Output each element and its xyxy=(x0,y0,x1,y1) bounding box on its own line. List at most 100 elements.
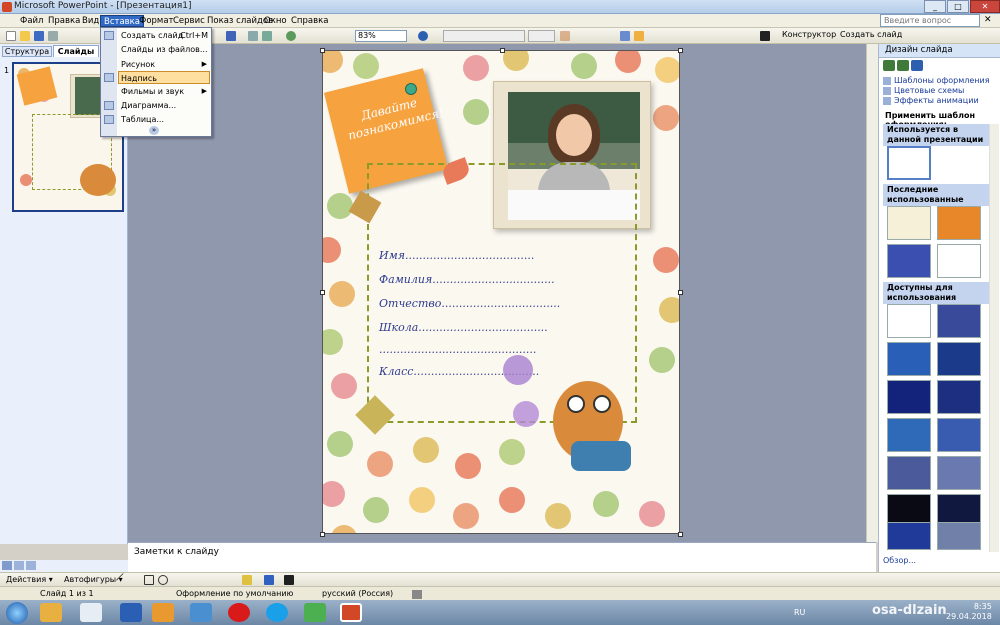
template-thumb[interactable] xyxy=(937,522,981,550)
font-color-icon[interactable] xyxy=(284,575,294,585)
link-color-schemes[interactable]: Цветовые схемы xyxy=(883,86,964,95)
autoshapes-menu[interactable]: Автофигуры ▾ xyxy=(64,575,123,584)
oval-icon[interactable] xyxy=(158,575,168,585)
slideshow-view-icon[interactable] xyxy=(26,561,36,570)
notes-pane[interactable]: Заметки к слайду xyxy=(128,542,876,572)
undo-icon[interactable] xyxy=(226,31,236,41)
sound-icon[interactable] xyxy=(190,603,212,622)
template-thumb[interactable] xyxy=(937,342,981,376)
word-icon[interactable] xyxy=(120,603,142,622)
help-icon[interactable] xyxy=(418,31,428,41)
home-icon[interactable] xyxy=(911,60,923,71)
open-icon[interactable] xyxy=(20,31,30,41)
window-title: Microsoft PowerPoint - [Презентация1] xyxy=(14,1,192,11)
slide-number: 1 xyxy=(4,66,10,75)
bold-icon[interactable] xyxy=(560,31,570,41)
maximize-button[interactable]: □ xyxy=(947,0,969,13)
skype-icon[interactable] xyxy=(266,603,288,622)
back-icon[interactable] xyxy=(883,60,895,71)
vertical-scrollbar[interactable] xyxy=(866,44,878,542)
sorter-view-icon[interactable] xyxy=(14,561,24,570)
close-button[interactable]: ✕ xyxy=(970,0,1000,13)
menu-edit[interactable]: Правка xyxy=(45,15,83,27)
field-school: Школа...................................… xyxy=(379,321,548,334)
task-pane-scrollbar[interactable] xyxy=(989,124,999,552)
task-pane: Дизайн слайда Шаблоны оформления Цветовы… xyxy=(878,44,1000,572)
field-surname: Фамилия.................................… xyxy=(379,273,555,286)
section-recent: Последние использованные xyxy=(883,184,989,206)
menu-view[interactable]: Вид xyxy=(79,15,102,27)
template-thumb[interactable] xyxy=(887,342,931,376)
expand-menu-icon[interactable]: » xyxy=(149,126,159,135)
template-thumb[interactable] xyxy=(887,380,931,414)
template-thumb[interactable] xyxy=(887,418,931,452)
template-thumb[interactable] xyxy=(937,244,981,278)
menu-window[interactable]: Окно xyxy=(261,15,290,27)
menu-file[interactable]: Файл xyxy=(17,15,46,27)
link-design-templates[interactable]: Шаблоны оформления xyxy=(883,76,990,85)
menu-item-picture[interactable]: Рисунок ▶ xyxy=(119,58,211,71)
evernote-icon[interactable] xyxy=(304,603,326,622)
browse-link[interactable]: Обзор... xyxy=(883,556,916,565)
menu-item-chart[interactable]: Диаграмма... xyxy=(119,99,211,112)
new-slide-icon xyxy=(104,31,114,40)
language-indicator[interactable]: RU xyxy=(794,608,805,617)
designer-button[interactable]: Конструктор xyxy=(782,30,836,39)
menu-item-textbox[interactable]: Надпись xyxy=(118,71,210,84)
new-slide-button[interactable]: Создать слайд xyxy=(840,30,902,39)
field-patronymic: Отчество................................… xyxy=(379,297,561,310)
template-thumb[interactable] xyxy=(937,206,981,240)
font-select[interactable] xyxy=(443,30,525,42)
close-doc-icon[interactable]: ✕ xyxy=(984,15,992,25)
table-icon[interactable] xyxy=(248,31,258,41)
menu-item-new-slide[interactable]: Создать слайд Ctrl+M xyxy=(119,29,211,42)
font-size-select[interactable] xyxy=(528,30,555,42)
save-icon[interactable] xyxy=(34,31,44,41)
forward-icon[interactable] xyxy=(897,60,909,71)
menu-help[interactable]: Справка xyxy=(288,15,331,27)
font-color-icon[interactable] xyxy=(760,31,770,41)
template-thumb[interactable] xyxy=(937,418,981,452)
template-thumb[interactable] xyxy=(937,304,981,338)
rectangle-icon[interactable] xyxy=(144,575,154,585)
menu-item-table[interactable]: Таблица... xyxy=(119,113,211,126)
clock[interactable]: 8:35 29.04.2018 xyxy=(946,602,992,622)
drawing-toolbar: Действия ▾ Автофигуры ▾ xyxy=(0,572,1000,588)
print-icon[interactable] xyxy=(48,31,58,41)
template-thumb[interactable] xyxy=(887,456,931,490)
menu-item-movies-sound[interactable]: Фильмы и звук ▶ xyxy=(119,85,211,98)
normal-view-icon[interactable] xyxy=(2,561,12,570)
template-thumb[interactable] xyxy=(887,304,931,338)
template-thumb[interactable] xyxy=(937,456,981,490)
actions-menu[interactable]: Действия ▾ xyxy=(6,575,53,584)
tab-outline[interactable]: Структура xyxy=(2,46,52,57)
start-button[interactable] xyxy=(6,602,28,624)
template-thumb[interactable] xyxy=(887,522,931,550)
fill-color-icon[interactable] xyxy=(242,575,252,585)
template-thumb[interactable] xyxy=(887,206,931,240)
chrome-icon[interactable] xyxy=(80,603,102,622)
opera-icon[interactable] xyxy=(228,603,250,622)
link-animation-schemes[interactable]: Эффекты анимации xyxy=(883,96,979,105)
menu-item-slides-from-files[interactable]: Слайды из файлов... xyxy=(119,43,211,56)
globe-icon[interactable] xyxy=(286,31,296,41)
line-color-icon[interactable] xyxy=(264,575,274,585)
powerpoint-taskbar-icon[interactable] xyxy=(340,603,362,622)
align-left-icon[interactable] xyxy=(620,31,630,41)
template-thumb[interactable] xyxy=(937,380,981,414)
media-player-icon[interactable] xyxy=(152,603,174,622)
zoom-select[interactable]: 83% xyxy=(355,30,407,42)
table-icon xyxy=(104,115,114,124)
align-center-icon[interactable] xyxy=(634,31,644,41)
template-default[interactable] xyxy=(887,146,931,180)
explorer-icon[interactable] xyxy=(40,603,62,622)
slide-canvas[interactable]: Давайте познакомимся! Имя...............… xyxy=(128,44,866,542)
minimize-button[interactable]: _ xyxy=(924,0,946,13)
tab-slides[interactable]: Слайды xyxy=(53,45,99,57)
new-icon[interactable] xyxy=(6,31,16,41)
template-thumb[interactable] xyxy=(887,244,931,278)
chart-icon[interactable] xyxy=(262,31,272,41)
menu-tools[interactable]: Сервис xyxy=(170,15,208,27)
slide[interactable]: Давайте познакомимся! Имя...............… xyxy=(322,50,680,534)
help-search-input[interactable]: Введите вопрос xyxy=(880,14,980,27)
